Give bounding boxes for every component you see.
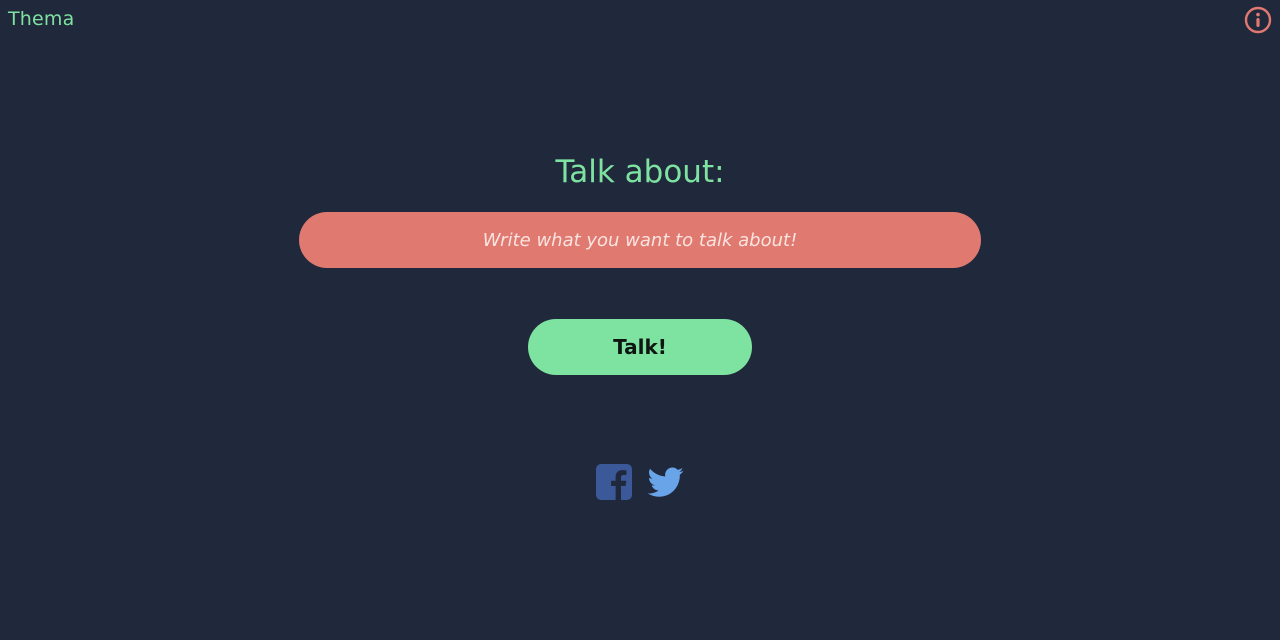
page-heading: Talk about: [555, 154, 725, 190]
talk-button[interactable]: Talk! [528, 319, 752, 375]
info-icon[interactable] [1244, 6, 1272, 34]
topic-input[interactable] [299, 212, 981, 268]
twitter-icon[interactable] [648, 464, 684, 500]
facebook-icon[interactable] [596, 464, 632, 500]
brand-link[interactable]: Thema [8, 6, 75, 32]
social-links [0, 464, 1280, 500]
